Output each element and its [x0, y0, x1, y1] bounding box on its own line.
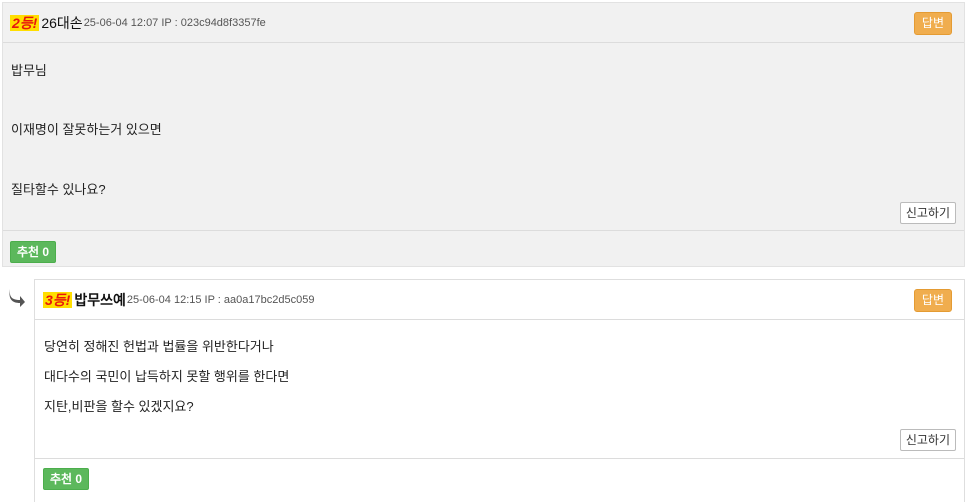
comment-item: 2등! 26대손 25-06-04 12:07 IP : 023c94d8f33… — [2, 2, 965, 267]
comment-text-line: 지탄,비판을 할수 있겠지요? — [44, 399, 194, 414]
reply-comment-item: 3등! 밥무쓰예 25-06-04 12:15 IP : aa0a17bc2d5… — [34, 279, 965, 502]
comment-meta: 25-06-04 12:15 IP : aa0a17bc2d5c059 — [126, 293, 315, 306]
reply-arrow-icon — [9, 289, 25, 307]
author-nickname[interactable]: 밥무쓰예 — [74, 290, 126, 310]
recommend-button[interactable]: 추천 0 — [10, 241, 57, 263]
rank-badge: 2등! — [10, 14, 40, 31]
reply-button[interactable]: 답변 — [913, 289, 952, 312]
comment-header: 2등! 26대손 25-06-04 12:07 IP : 023c94d8f33… — [3, 3, 964, 43]
recommend-button[interactable]: 추천 0 — [43, 468, 90, 490]
comment-text-line: 밥무님 — [11, 63, 47, 78]
report-button[interactable]: 신고하기 — [899, 202, 956, 224]
comment-text-line: 대다수의 국민이 납득하지 못할 행위를 한다면 — [44, 369, 290, 384]
author-nickname[interactable]: 26대손 — [41, 13, 82, 33]
divider — [3, 230, 964, 231]
report-button[interactable]: 신고하기 — [899, 429, 956, 451]
comment-header: 3등! 밥무쓰예 25-06-04 12:15 IP : aa0a17bc2d5… — [35, 280, 964, 320]
comment-text-line: 질타할수 있나요? — [11, 182, 106, 197]
divider — [35, 458, 964, 459]
reply-button[interactable]: 답변 — [913, 12, 952, 35]
comment-meta: 25-06-04 12:07 IP : 023c94d8f3357fe — [83, 16, 266, 29]
comment-text-line: 당연히 정해진 헌법과 법률을 위반한다거나 — [44, 339, 274, 354]
comment-text-line: 이재명이 잘못하는거 있으면 — [11, 122, 162, 137]
rank-badge: 3등! — [43, 291, 73, 308]
